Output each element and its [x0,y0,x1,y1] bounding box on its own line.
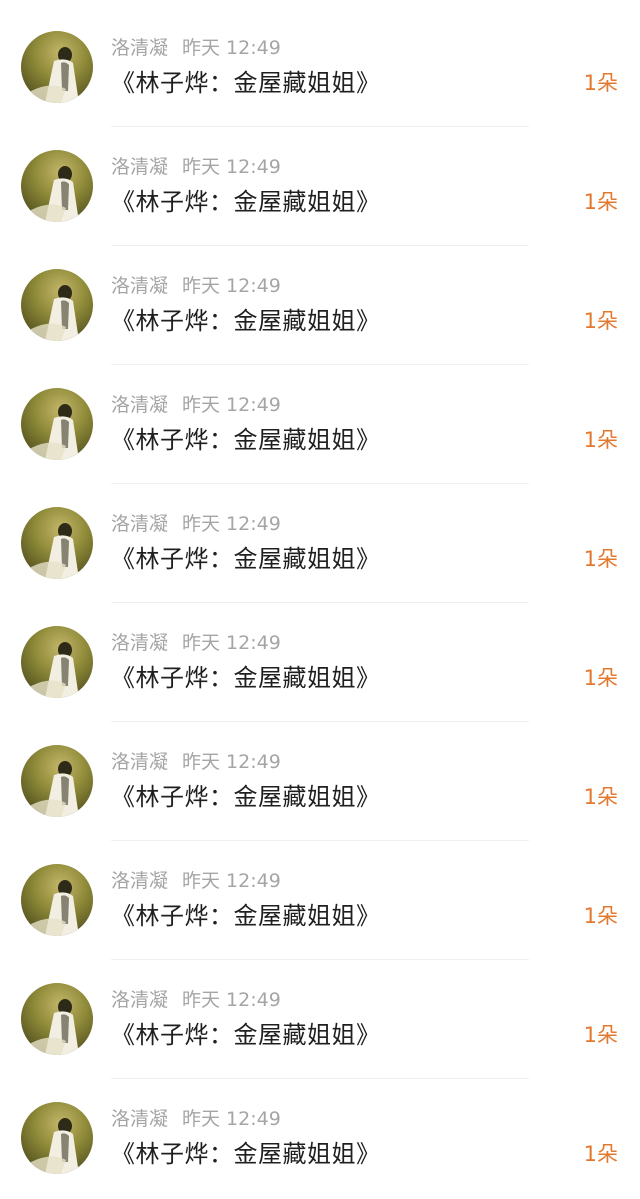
send-time: 昨天 12:49 [182,513,281,535]
sender-name[interactable]: 洛清凝 [111,513,168,535]
book-title[interactable]: 《林子烨：金屋藏姐姐》 [111,780,381,814]
send-time: 昨天 12:49 [182,751,281,773]
avatar[interactable] [21,983,93,1055]
send-time: 昨天 12:49 [182,632,281,654]
sender-meta: 洛清凝 昨天 12:49 [111,630,281,656]
sender-meta: 洛清凝 昨天 12:49 [111,35,281,61]
gift-count: 1朵 [583,428,618,452]
gift-count: 1朵 [583,904,618,928]
avatar[interactable] [21,269,93,341]
gift-record-list: 洛清凝 昨天 12:49 《林子烨：金屋藏姐姐》 1朵 洛清凝 昨天 12:49 《… [0,0,640,1199]
list-item[interactable]: 洛清凝 昨天 12:49 《林子烨：金屋藏姐姐》 1朵 [0,8,640,127]
sender-meta: 洛清凝 昨天 12:49 [111,154,281,180]
avatar-photo-icon [27,285,79,341]
book-title[interactable]: 《林子烨：金屋藏姐姐》 [111,661,381,695]
avatar-photo-icon [27,642,79,698]
avatar-photo-icon [27,1118,79,1174]
sender-meta: 洛清凝 昨天 12:49 [111,273,281,299]
book-title[interactable]: 《林子烨：金屋藏姐姐》 [111,185,381,219]
book-title[interactable]: 《林子烨：金屋藏姐姐》 [111,542,381,576]
sender-name[interactable]: 洛清凝 [111,37,168,59]
book-title[interactable]: 《林子烨：金屋藏姐姐》 [111,1137,381,1171]
avatar[interactable] [21,745,93,817]
send-time: 昨天 12:49 [182,989,281,1011]
sender-name[interactable]: 洛清凝 [111,275,168,297]
sender-name[interactable]: 洛清凝 [111,989,168,1011]
sender-meta: 洛清凝 昨天 12:49 [111,392,281,418]
list-item[interactable]: 洛清凝 昨天 12:49 《林子烨：金屋藏姐姐》 1朵 [0,603,640,722]
book-title[interactable]: 《林子烨：金屋藏姐姐》 [111,304,381,338]
avatar[interactable] [21,388,93,460]
list-item[interactable]: 洛清凝 昨天 12:49 《林子烨：金屋藏姐姐》 1朵 [0,365,640,484]
avatar[interactable] [21,1102,93,1174]
send-time: 昨天 12:49 [182,394,281,416]
sender-name[interactable]: 洛清凝 [111,394,168,416]
send-time: 昨天 12:49 [182,1108,281,1130]
avatar[interactable] [21,626,93,698]
book-title[interactable]: 《林子烨：金屋藏姐姐》 [111,1018,381,1052]
sender-meta: 洛清凝 昨天 12:49 [111,868,281,894]
avatar-photo-icon [27,523,79,579]
list-item[interactable]: 洛清凝 昨天 12:49 《林子烨：金屋藏姐姐》 1朵 [0,127,640,246]
avatar[interactable] [21,150,93,222]
avatar-photo-icon [27,404,79,460]
sender-name[interactable]: 洛清凝 [111,870,168,892]
sender-name[interactable]: 洛清凝 [111,1108,168,1130]
gift-count: 1朵 [583,1023,618,1047]
gift-count: 1朵 [583,785,618,809]
list-item[interactable]: 洛清凝 昨天 12:49 《林子烨：金屋藏姐姐》 1朵 [0,246,640,365]
sender-name[interactable]: 洛清凝 [111,156,168,178]
sender-meta: 洛清凝 昨天 12:49 [111,749,281,775]
gift-count: 1朵 [583,309,618,333]
book-title[interactable]: 《林子烨：金屋藏姐姐》 [111,66,381,100]
send-time: 昨天 12:49 [182,870,281,892]
avatar[interactable] [21,31,93,103]
gift-count: 1朵 [583,547,618,571]
gift-count: 1朵 [583,190,618,214]
avatar-photo-icon [27,999,79,1055]
avatar[interactable] [21,864,93,936]
list-item[interactable]: 洛清凝 昨天 12:49 《林子烨：金屋藏姐姐》 1朵 [0,841,640,960]
avatar[interactable] [21,507,93,579]
sender-meta: 洛清凝 昨天 12:49 [111,987,281,1013]
sender-meta: 洛清凝 昨天 12:49 [111,1106,281,1132]
avatar-photo-icon [27,761,79,817]
list-item[interactable]: 洛清凝 昨天 12:49 《林子烨：金屋藏姐姐》 1朵 [0,484,640,603]
avatar-photo-icon [27,166,79,222]
sender-meta: 洛清凝 昨天 12:49 [111,511,281,537]
book-title[interactable]: 《林子烨：金屋藏姐姐》 [111,423,381,457]
sender-name[interactable]: 洛清凝 [111,751,168,773]
send-time: 昨天 12:49 [182,156,281,178]
list-item[interactable]: 洛清凝 昨天 12:49 《林子烨：金屋藏姐姐》 1朵 [0,722,640,841]
gift-count: 1朵 [583,666,618,690]
list-item[interactable]: 洛清凝 昨天 12:49 《林子烨：金屋藏姐姐》 1朵 [0,1079,640,1198]
gift-count: 1朵 [583,71,618,95]
sender-name[interactable]: 洛清凝 [111,632,168,654]
avatar-photo-icon [27,47,79,103]
avatar-photo-icon [27,880,79,936]
send-time: 昨天 12:49 [182,275,281,297]
send-time: 昨天 12:49 [182,37,281,59]
list-item[interactable]: 洛清凝 昨天 12:49 《林子烨：金屋藏姐姐》 1朵 [0,960,640,1079]
gift-count: 1朵 [583,1142,618,1166]
book-title[interactable]: 《林子烨：金屋藏姐姐》 [111,899,381,933]
